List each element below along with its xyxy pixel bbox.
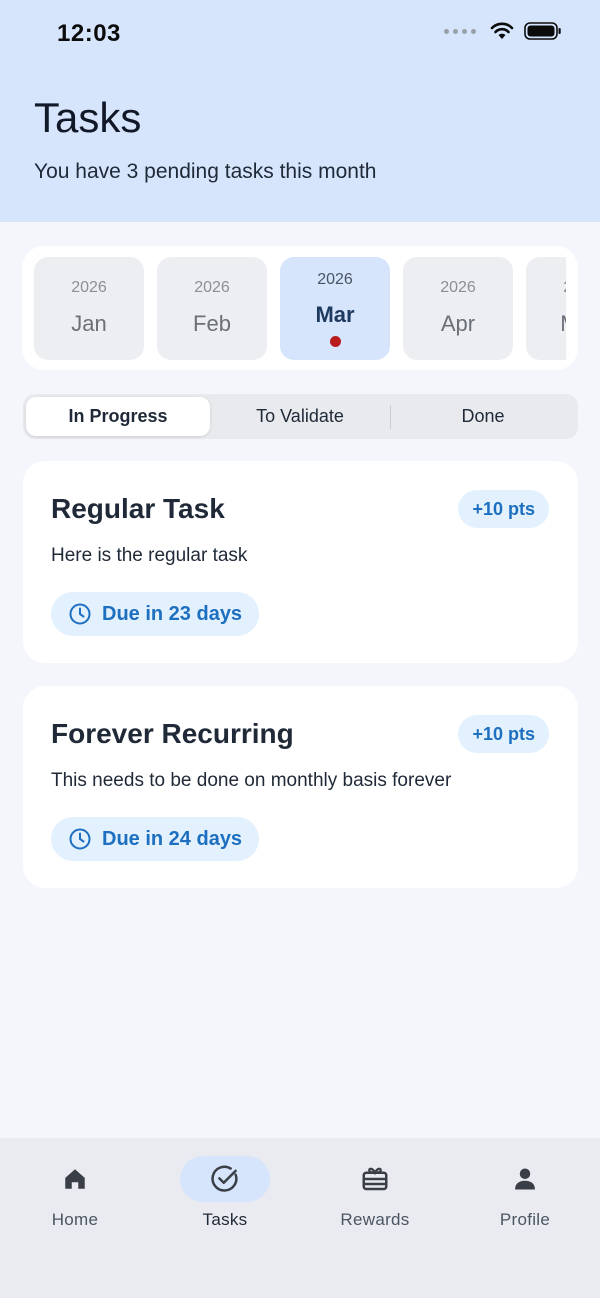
due-badge: Due in 24 days (51, 817, 260, 861)
nav-label: Profile (499, 1210, 551, 1229)
nav-rewards[interactable]: Rewards (300, 1156, 450, 1246)
page-title: Tasks (34, 94, 142, 141)
month-label: May (526, 311, 566, 337)
month-scroll[interactable]: 2026 Jan 2026 Feb 2026 Mar 2026 Apr 2026… (34, 257, 566, 361)
status-icons (444, 22, 562, 40)
status-bar: 12:03 (0, 0, 600, 70)
tab-in-progress[interactable]: In Progress (26, 397, 210, 436)
nav-home[interactable]: Home (0, 1156, 150, 1246)
month-year: 2026 (317, 271, 353, 288)
month-label: Mar (315, 302, 355, 327)
month-label: Feb (193, 311, 231, 336)
task-card[interactable]: Regular Task +10 pts Here is the regular… (23, 461, 578, 663)
tab-to-validate[interactable]: To Validate (208, 397, 392, 436)
status-tabs: In Progress To Validate Done (23, 394, 578, 439)
nav-label: Rewards (340, 1210, 410, 1229)
nav-tasks[interactable]: Tasks (150, 1156, 300, 1246)
clock-icon (69, 828, 91, 850)
points-badge: +10 pts (458, 490, 549, 528)
gift-card-icon (362, 1167, 388, 1191)
points-badge: +10 pts (458, 715, 549, 753)
month-label: Apr (440, 311, 476, 336)
task-description: Here is the regular task (51, 545, 248, 566)
header: 12:03 Tasks You have 3 pending tasks thi… (0, 0, 600, 222)
clock-icon (69, 603, 91, 625)
month-tile-feb[interactable]: 2026 Feb (157, 257, 267, 360)
month-year: 2026 (194, 279, 230, 296)
task-description: This needs to be done on monthly basis f… (51, 770, 452, 791)
month-tile-mar[interactable]: 2026 Mar (280, 257, 390, 360)
home-icon (65, 1169, 85, 1189)
task-card[interactable]: Forever Recurring +10 pts This needs to … (23, 686, 578, 888)
person-icon (515, 1168, 535, 1190)
month-tile-may[interactable]: 2026 May (526, 257, 566, 360)
month-tile-jan[interactable]: 2026 Jan (34, 257, 144, 360)
due-text: Due in 24 days (102, 827, 243, 850)
due-text: Due in 23 days (102, 602, 243, 625)
battery-icon (524, 22, 561, 40)
month-year: 2026 (440, 279, 476, 296)
month-year: 2026 (71, 279, 107, 296)
month-tile-apr[interactable]: 2026 Apr (403, 257, 513, 360)
task-title: Forever Recurring (51, 718, 294, 749)
nav-icon-container (30, 1156, 120, 1202)
due-badge: Due in 23 days (51, 592, 260, 636)
month-selector: 2026 Jan 2026 Feb 2026 Mar 2026 Apr 2026… (22, 246, 578, 370)
current-month-indicator (330, 336, 341, 347)
status-time: 12:03 (57, 20, 121, 47)
bottom-nav: Home Tasks Rewards Profile (0, 1138, 600, 1298)
month-label: Jan (71, 311, 107, 336)
nav-label: Tasks (202, 1210, 248, 1229)
nav-icon-container (330, 1156, 420, 1202)
wifi-icon (490, 22, 514, 39)
nav-icon-container (480, 1156, 570, 1202)
task-title: Regular Task (51, 493, 225, 524)
page-subtitle: You have 3 pending tasks this month (34, 160, 377, 183)
nav-profile[interactable]: Profile (450, 1156, 600, 1246)
month-year: 2026 (526, 279, 566, 297)
tab-done[interactable]: Done (391, 397, 575, 436)
signal-dots-icon (444, 28, 476, 34)
nav-icon-container (180, 1156, 270, 1202)
nav-label: Home (51, 1210, 99, 1229)
check-circle-icon (211, 1165, 238, 1192)
